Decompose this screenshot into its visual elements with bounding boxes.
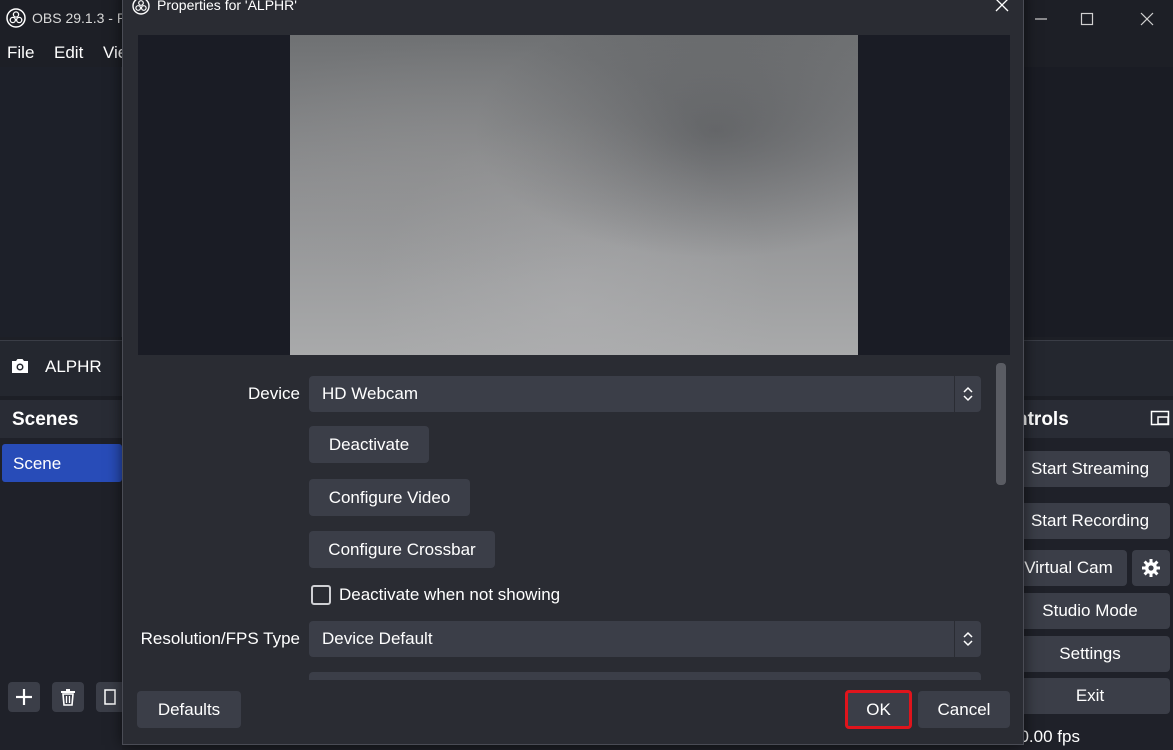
device-select-value: HD Webcam — [322, 384, 419, 403]
source-preview — [138, 35, 1010, 355]
gear-icon — [1142, 559, 1160, 577]
menu-edit[interactable]: Edit — [54, 43, 83, 63]
preview-left-strip — [0, 67, 122, 337]
scene-filter-button[interactable] — [96, 682, 122, 712]
configure-video-button[interactable]: Configure Video — [309, 479, 470, 516]
next-property-select[interactable] — [309, 672, 981, 680]
updown-chevron-icon — [954, 621, 981, 657]
properties-scrollbar[interactable] — [996, 363, 1006, 485]
resolution-fps-select[interactable]: Device Default — [309, 621, 981, 657]
plus-icon — [16, 689, 32, 705]
device-select[interactable]: HD Webcam — [309, 376, 981, 412]
resolution-fps-label: Resolution/FPS Type — [140, 629, 300, 648]
dialog-title: Properties for 'ALPHR' — [157, 0, 297, 13]
scenes-title: Scenes — [12, 409, 79, 430]
webcam-preview-image — [290, 35, 858, 355]
filter-icon — [104, 689, 116, 705]
obs-logo-icon — [132, 0, 150, 15]
resolution-fps-value: Device Default — [322, 629, 433, 648]
ok-button[interactable]: OK — [845, 690, 912, 729]
close-icon[interactable] — [993, 0, 1011, 14]
deactivate-when-not-showing-label: Deactivate when not showing — [339, 585, 561, 604]
maximize-icon[interactable] — [1076, 8, 1098, 30]
deactivate-when-not-showing-checkbox[interactable] — [311, 585, 331, 605]
studio-mode-button[interactable]: Studio Mode — [1010, 593, 1170, 629]
device-label: Device — [248, 384, 300, 403]
defaults-button[interactable]: Defaults — [137, 691, 241, 728]
trash-icon — [61, 689, 75, 706]
deactivate-button[interactable]: Deactivate — [309, 426, 429, 463]
start-streaming-button[interactable]: Start Streaming — [1010, 451, 1170, 487]
virtual-cam-settings-button[interactable] — [1132, 550, 1170, 586]
cancel-button[interactable]: Cancel — [918, 691, 1010, 728]
camera-icon — [12, 359, 28, 373]
minimize-icon[interactable] — [1030, 8, 1052, 30]
exit-button[interactable]: Exit — [1010, 678, 1170, 714]
updown-chevron-icon — [954, 376, 981, 412]
app-title: OBS 29.1.3 - P — [32, 10, 127, 26]
scene-item-label: Scene — [13, 454, 62, 473]
source-name: ALPHR — [45, 357, 102, 376]
settings-button[interactable]: Settings — [1010, 636, 1170, 672]
start-recording-button[interactable]: Start Recording — [1010, 503, 1170, 539]
properties-dialog: Properties for 'ALPHR' Device HD Webcam … — [122, 0, 1024, 745]
menu-file[interactable]: File — [7, 43, 34, 63]
close-icon[interactable] — [1136, 8, 1158, 30]
configure-crossbar-button[interactable]: Configure Crossbar — [309, 531, 495, 568]
dock-undock-icon[interactable] — [1150, 408, 1170, 428]
add-scene-button[interactable] — [8, 682, 40, 712]
obs-logo-icon — [6, 8, 26, 28]
remove-scene-button[interactable] — [52, 682, 84, 712]
virtual-cam-button[interactable]: Virtual Cam — [1010, 550, 1127, 586]
